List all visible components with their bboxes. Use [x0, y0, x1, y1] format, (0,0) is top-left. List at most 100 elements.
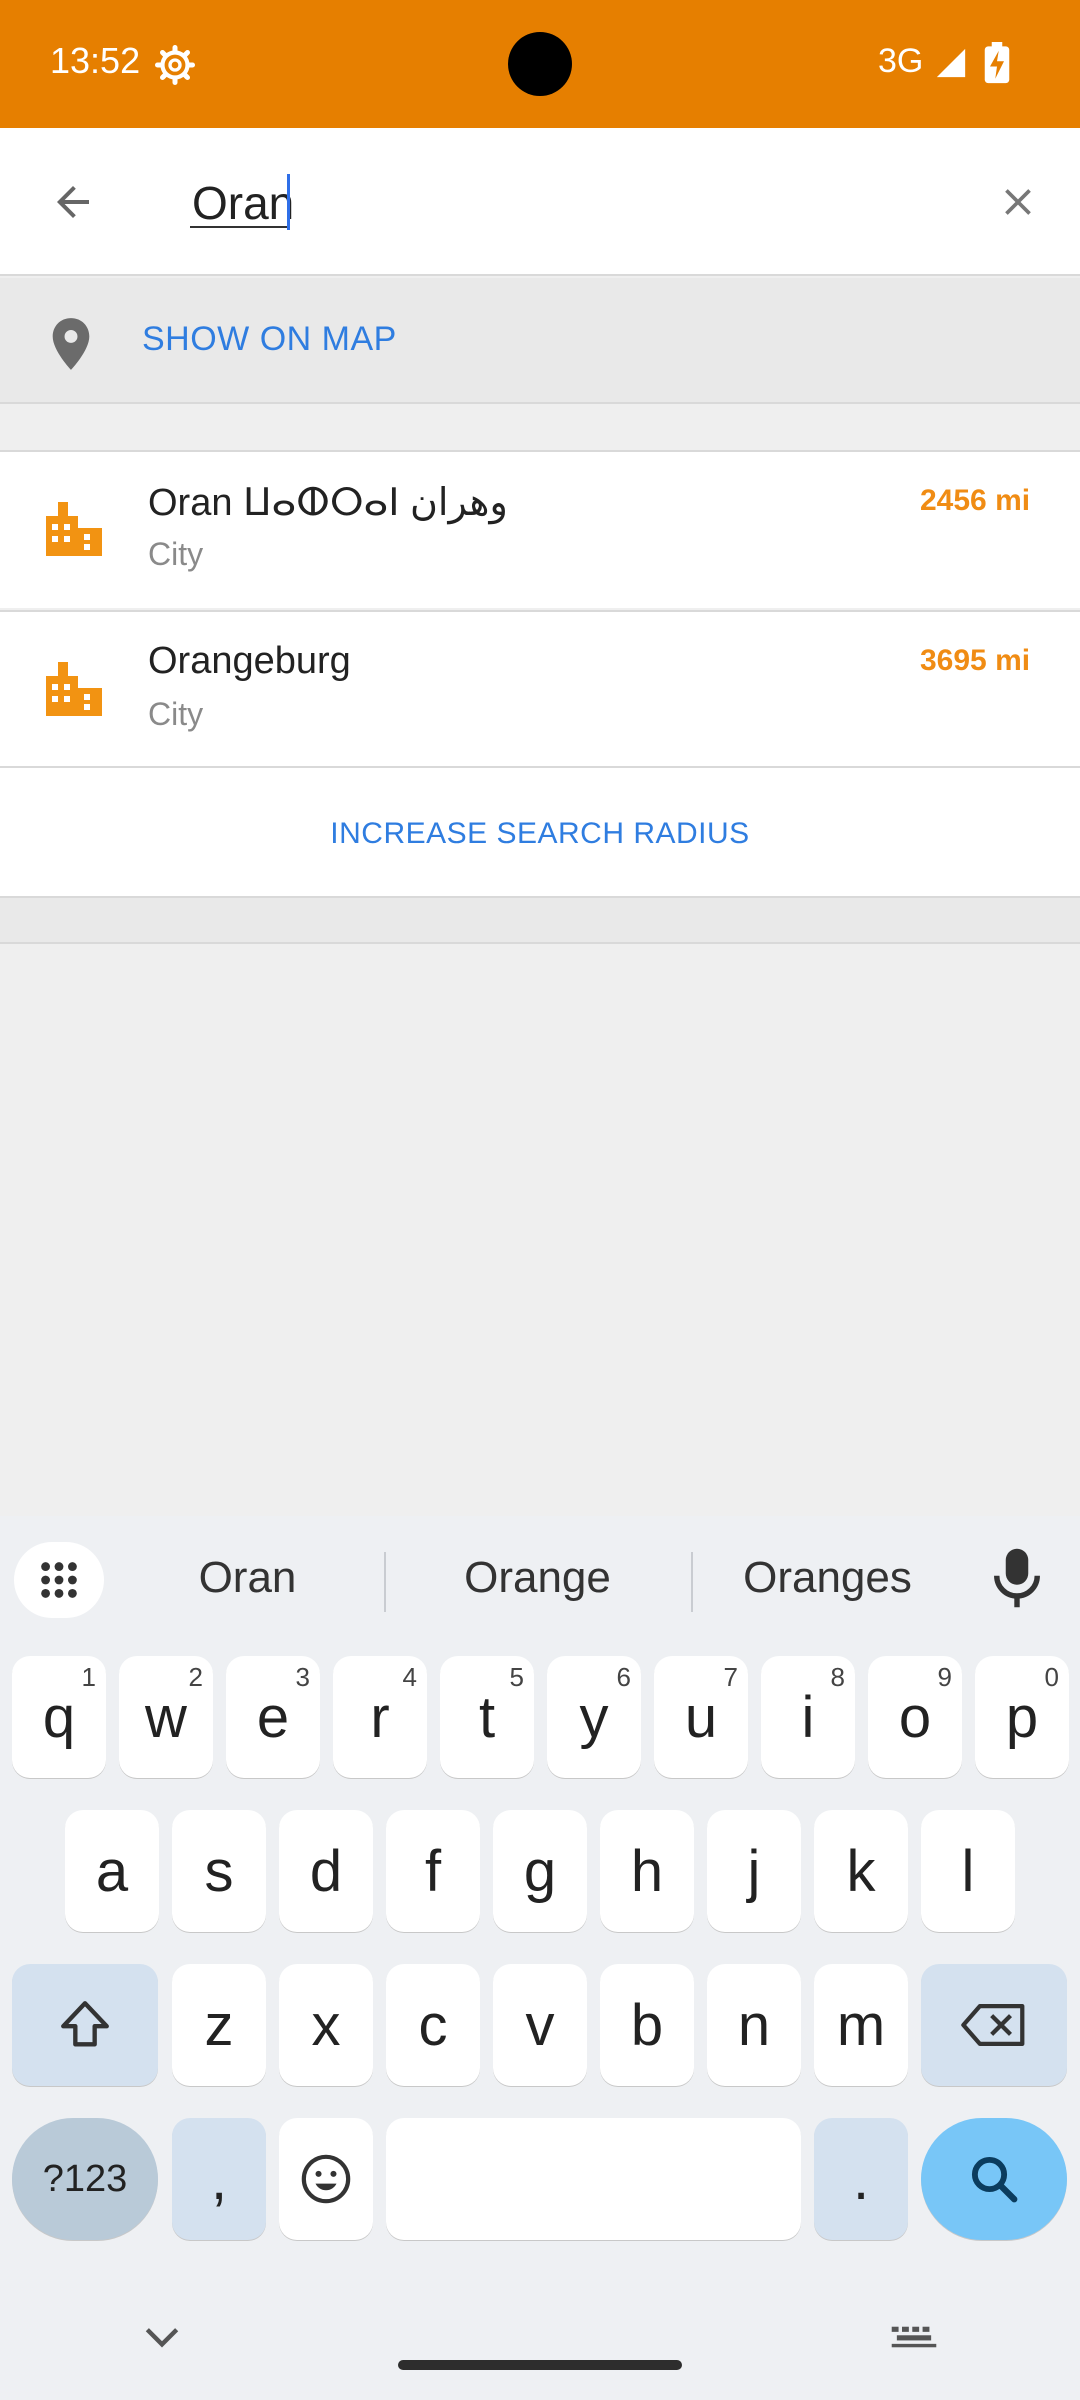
key-label: w: [145, 1684, 187, 1750]
key-w[interactable]: w2: [119, 1656, 213, 1778]
increase-search-radius-button[interactable]: INCREASE SEARCH RADIUS: [42, 792, 1038, 876]
symbols-key[interactable]: ?123: [12, 2118, 158, 2240]
city-building-icon: [46, 502, 102, 556]
key-n[interactable]: n: [707, 1964, 801, 2086]
suggestion-divider: [691, 1552, 693, 1612]
key-d[interactable]: d: [279, 1810, 373, 1932]
clear-x-icon: [1004, 189, 1031, 215]
microphone-icon[interactable]: [990, 1546, 1044, 1610]
back-arrow-icon: [57, 186, 89, 218]
list-footer-divider: [0, 898, 1080, 944]
soft-keyboard: Oran Orange Oranges q1 w2 e3 r4 t5 y6 u7…: [0, 1516, 1080, 2400]
text-cursor: [287, 174, 290, 230]
show-on-map-row[interactable]: SHOW ON MAP: [0, 278, 1080, 404]
emoji-smiley-icon: [301, 2154, 351, 2204]
key-h[interactable]: h: [600, 1810, 694, 1932]
key-label: p: [1005, 1684, 1039, 1750]
key-z[interactable]: z: [172, 1964, 266, 2086]
key-l[interactable]: l: [921, 1810, 1015, 1932]
key-label: e: [256, 1684, 290, 1750]
home-gesture-bar[interactable]: [398, 2360, 682, 2370]
search-input[interactable]: [190, 148, 950, 258]
key-c[interactable]: c: [386, 1964, 480, 2086]
keyboard-menu-button[interactable]: [14, 1542, 104, 1618]
key-r[interactable]: r4: [333, 1656, 427, 1778]
key-j[interactable]: j: [707, 1810, 801, 1932]
key-b[interactable]: b: [600, 1964, 694, 2086]
suggestion-item[interactable]: Oranges: [705, 1544, 950, 1612]
key-hint: 2: [188, 1662, 203, 1692]
key-t[interactable]: t5: [440, 1656, 534, 1778]
key-o[interactable]: o9: [868, 1656, 962, 1778]
space-bar[interactable]: [386, 2118, 801, 2240]
back-button[interactable]: [0, 128, 146, 276]
emoji-key[interactable]: [279, 2118, 373, 2240]
key-label: y: [579, 1684, 609, 1750]
key-u[interactable]: u7: [654, 1656, 748, 1778]
battery-charging-icon: [984, 42, 1010, 84]
suggestion-divider: [384, 1552, 386, 1612]
key-label: o: [898, 1684, 932, 1750]
map-pin-icon: [52, 318, 90, 370]
key-hint: 1: [81, 1662, 96, 1692]
key-e[interactable]: e3: [226, 1656, 320, 1778]
key-hint: 0: [1044, 1662, 1059, 1692]
key-f[interactable]: f: [386, 1810, 480, 1932]
key-hint: 4: [402, 1662, 417, 1692]
key-hint: 6: [616, 1662, 631, 1692]
keyboard-switch-icon[interactable]: [890, 2324, 938, 2350]
backspace-icon: [961, 2004, 1025, 2046]
result-name: Orangeburg: [148, 640, 351, 682]
key-hint: 8: [830, 1662, 845, 1692]
key-x[interactable]: x: [279, 1964, 373, 2086]
clear-search-button[interactable]: [955, 128, 1080, 276]
key-label: r: [370, 1684, 390, 1750]
key-label: u: [684, 1684, 718, 1750]
search-icon: [971, 2156, 1018, 2203]
result-distance: 3695 mi: [920, 644, 1031, 677]
status-time: 13:52: [50, 40, 141, 81]
key-label: q: [42, 1684, 76, 1750]
shift-key[interactable]: [12, 1964, 158, 2086]
city-building-icon: [46, 662, 102, 716]
search-result-row[interactable]: Orangeburg City 3695 mi: [0, 610, 1080, 768]
key-i[interactable]: i8: [761, 1656, 855, 1778]
key-hint: 9: [937, 1662, 952, 1692]
key-y[interactable]: y6: [547, 1656, 641, 1778]
suggestion-item[interactable]: Oran: [130, 1544, 365, 1612]
shift-arrow-icon: [61, 2001, 109, 2047]
search-text-underline: [190, 226, 290, 228]
show-on-map-label: SHOW ON MAP: [142, 320, 397, 358]
backspace-key[interactable]: [921, 1964, 1067, 2086]
search-result-row[interactable]: Oran ⵡⴰⵀⵔⴰⵏ وهران City 2456 mi: [0, 450, 1080, 608]
key-g[interactable]: g: [493, 1810, 587, 1932]
key-a[interactable]: a: [65, 1810, 159, 1932]
suggestion-item[interactable]: Orange: [400, 1544, 675, 1612]
search-action-key[interactable]: [921, 2118, 1067, 2240]
result-name: Oran ⵡⴰⵀⵔⴰⵏ وهران: [148, 482, 508, 524]
key-label: t: [478, 1684, 496, 1750]
result-distance: 2456 mi: [920, 484, 1031, 517]
search-toolbar: [0, 128, 1080, 276]
result-type: City: [148, 696, 204, 732]
camera-cutout: [508, 32, 572, 96]
result-type: City: [148, 536, 204, 572]
increase-radius-container: INCREASE SEARCH RADIUS: [0, 766, 1080, 898]
comma-key[interactable]: ,: [172, 2118, 266, 2240]
key-v[interactable]: v: [493, 1964, 587, 2086]
period-key[interactable]: .: [814, 2118, 908, 2240]
hide-keyboard-chevron-icon[interactable]: [140, 2322, 184, 2352]
key-hint: 7: [723, 1662, 738, 1692]
key-q[interactable]: q1: [12, 1656, 106, 1778]
grid-dots-icon: [41, 1562, 77, 1598]
suggestion-strip: Oran Orange Oranges: [0, 1516, 1080, 1636]
key-m[interactable]: m: [814, 1964, 908, 2086]
key-s[interactable]: s: [172, 1810, 266, 1932]
key-p[interactable]: p0: [975, 1656, 1069, 1778]
key-k[interactable]: k: [814, 1810, 908, 1932]
settings-gear-icon: [155, 45, 195, 85]
network-type: 3G: [878, 42, 924, 80]
signal-icon: [936, 48, 966, 78]
key-hint: 5: [509, 1662, 524, 1692]
key-label: i: [801, 1684, 815, 1750]
